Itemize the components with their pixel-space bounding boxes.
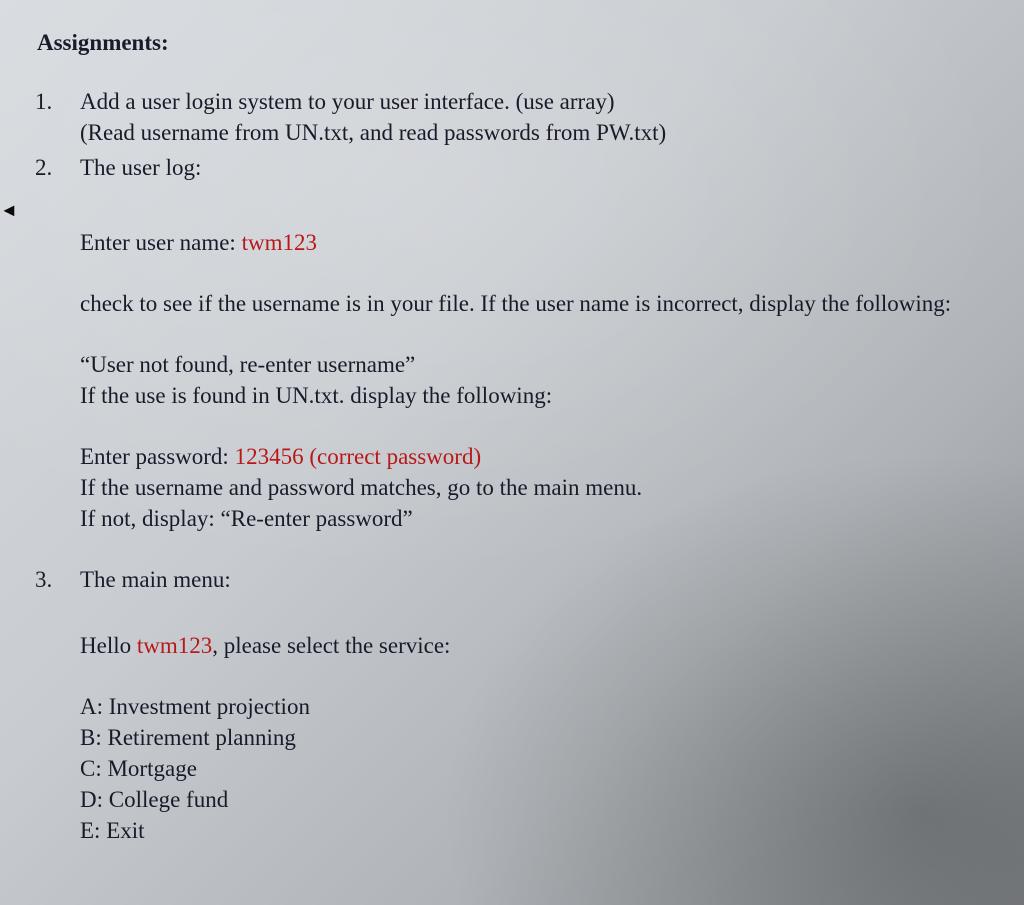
user-not-found-msg: “User not found, re-enter username” xyxy=(80,349,979,380)
item-1-line-1: Add a user login system to your user int… xyxy=(80,86,979,117)
menu-option-a: A: Investment projection xyxy=(80,691,979,722)
if-found-text: If the use is found in UN.txt. display t… xyxy=(80,380,979,411)
match-text: If the username and password matches, go… xyxy=(80,472,979,503)
page-marker-icon: ◄ xyxy=(0,200,18,221)
menu-option-d: D: College fund xyxy=(80,784,979,815)
item-3-label: The main menu: xyxy=(80,564,979,595)
username-value: twm123 xyxy=(242,230,317,255)
item-1: 1. Add a user login system to your user … xyxy=(35,86,979,148)
menu-option-e: E: Exit xyxy=(80,815,979,846)
item-1-body: Add a user login system to your user int… xyxy=(80,86,979,148)
item-2: 2. The user log: xyxy=(35,152,979,183)
hello-username: twm123 xyxy=(137,633,212,658)
item-3-number: 3. xyxy=(35,564,80,595)
assignments-heading: Assignments: xyxy=(37,30,979,56)
check-username-text: check to see if the username is in your … xyxy=(80,288,979,319)
item-2-number: 2. xyxy=(35,152,80,183)
enter-username-line: Enter user name: twm123 xyxy=(80,227,979,258)
document-content: Assignments: 1. Add a user login system … xyxy=(35,30,979,846)
hello-post: , please select the service: xyxy=(212,633,450,658)
menu-option-b: B: Retirement planning xyxy=(80,722,979,753)
reenter-text: If not, display: “Re-enter password” xyxy=(80,503,979,534)
enter-username-prompt: Enter user name: xyxy=(80,230,242,255)
password-value: 123456 (correct password) xyxy=(235,444,482,469)
enter-password-prompt: Enter password: xyxy=(80,444,235,469)
item-2-label: The user log: xyxy=(80,152,979,183)
item-1-line-2: (Read username from UN.txt, and read pas… xyxy=(80,117,979,148)
hello-pre: Hello xyxy=(80,633,137,658)
menu-option-c: C: Mortgage xyxy=(80,753,979,784)
item-3: 3. The main menu: xyxy=(35,564,979,595)
enter-password-line: Enter password: 123456 (correct password… xyxy=(80,441,979,472)
item-1-number: 1. xyxy=(35,86,80,148)
hello-line: Hello twm123, please select the service: xyxy=(80,630,979,661)
